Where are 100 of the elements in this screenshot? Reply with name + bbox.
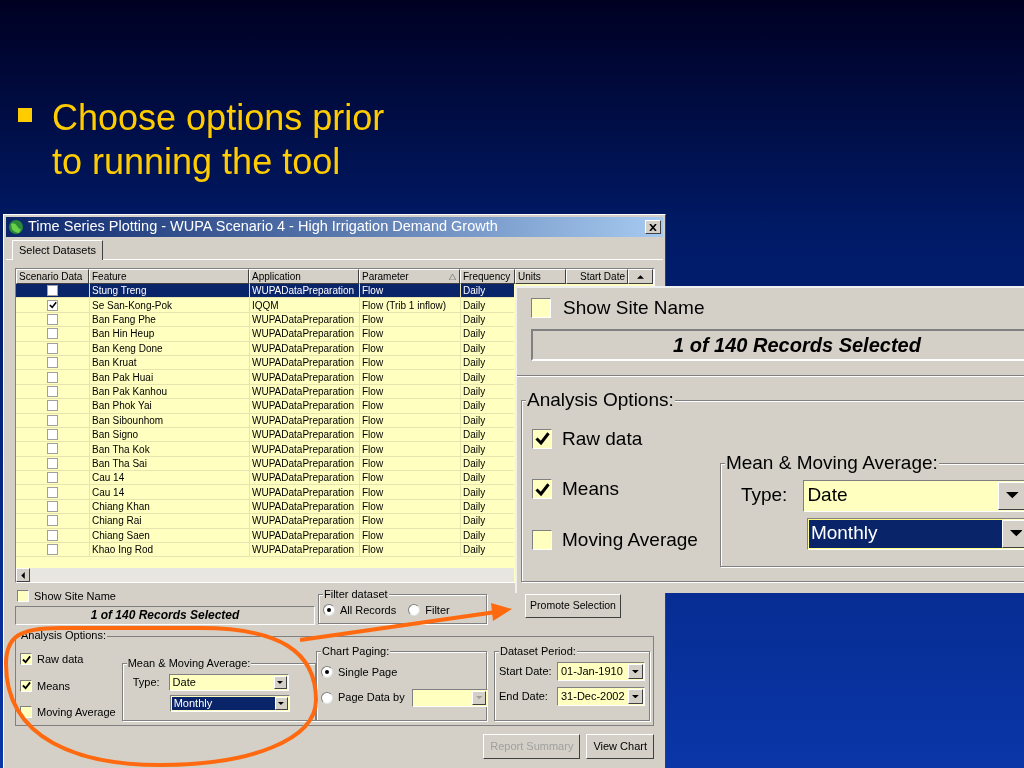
dropdown-arrow-button[interactable] — [628, 689, 643, 704]
column-header[interactable]: Scenario Data — [16, 269, 89, 284]
table-cell: Chiang Khan — [89, 499, 249, 515]
dropdown[interactable]: Date — [803, 479, 1024, 512]
close-icon — [649, 223, 657, 231]
radio-button[interactable] — [321, 666, 333, 679]
checkbox[interactable] — [47, 299, 58, 311]
caret-icon — [278, 702, 285, 705]
grid-row[interactable]: Ban Pak Huai WUPADataPreparation Flow Daily — [16, 370, 514, 385]
checkbox[interactable] — [47, 515, 58, 527]
grid-row[interactable]: Ban Hin Heup WUPADataPreparation Flow Daily — [16, 327, 514, 342]
dropdown[interactable]: 01-Jan-1910 — [557, 662, 645, 681]
dropdown-arrow-button[interactable] — [998, 481, 1024, 510]
checkbox[interactable] — [47, 285, 58, 297]
dropdown[interactable]: Monthly — [806, 517, 1024, 550]
checkbox[interactable] — [47, 529, 58, 541]
table-cell: WUPADataPreparation — [249, 542, 359, 558]
table-cell: WUPADataPreparation — [249, 470, 359, 486]
column-header[interactable]: Units — [515, 269, 566, 284]
radio-button[interactable] — [408, 604, 421, 616]
grid-row[interactable]: Ban Pak Kanhou WUPADataPreparation Flow Daily — [16, 384, 514, 400]
table-cell: Ban Hin Heup — [89, 326, 249, 342]
table-cell: Flow — [359, 312, 460, 327]
column-header[interactable]: Parameter — [359, 269, 460, 284]
checkbox[interactable] — [20, 653, 32, 666]
table-cell: Flow — [359, 542, 460, 558]
grid-row[interactable]: Ban Tha Sai WUPADataPreparation Flow Daily — [16, 456, 514, 472]
grid-row[interactable]: Chiang Rai WUPADataPreparation Flow Daily — [16, 514, 514, 529]
grid-row[interactable]: Ban Kruat WUPADataPreparation Flow Daily — [16, 355, 514, 371]
grid-row[interactable]: Ban Phok Yai WUPADataPreparation Flow Daily — [16, 399, 514, 414]
table-cell: Flow — [359, 455, 460, 471]
column-header[interactable]: Start Date — [566, 269, 628, 284]
checkbox[interactable] — [47, 371, 58, 383]
dropdown[interactable]: Date — [168, 674, 289, 691]
dialog-button[interactable]: View Chart — [586, 734, 654, 759]
table-cell: Daily — [460, 499, 514, 515]
table-cell: Flow — [359, 340, 460, 356]
table-cell: WUPADataPreparation — [249, 369, 359, 385]
checkbox[interactable] — [47, 486, 58, 498]
dropdown[interactable]: 31-Dec-2002 — [557, 687, 645, 706]
radio-button[interactable] — [323, 604, 335, 616]
table-cell: Daily — [460, 340, 514, 356]
grid-row[interactable]: Cau 14 WUPADataPreparation Flow Daily — [16, 471, 514, 486]
dropdown-arrow-button[interactable] — [273, 676, 287, 689]
radio-button[interactable] — [321, 691, 333, 704]
grid-row[interactable]: Khao Ing Rod WUPADataPreparation Flow Daily — [16, 543, 514, 558]
close-button[interactable] — [645, 220, 661, 234]
checkbox[interactable] — [47, 544, 58, 556]
grid-row[interactable]: Ban Sibounhom WUPADataPreparation Flow Daily — [16, 413, 514, 428]
table-cell: WUPADataPreparation — [249, 455, 359, 471]
grid-row[interactable]: Ban Keng Done WUPADataPreparation Flow Daily — [16, 341, 514, 356]
dropdown-arrow-button[interactable] — [628, 664, 643, 679]
checkbox[interactable] — [17, 590, 29, 603]
scroll-up-button[interactable] — [628, 269, 653, 284]
left-arrow-icon — [21, 571, 25, 579]
tab[interactable]: Select Datasets — [12, 240, 104, 260]
group-label: Dataset Period: — [499, 645, 577, 657]
dropdown-arrow-button[interactable] — [1001, 519, 1024, 548]
promote-selection-button[interactable]: Promote Selection — [525, 594, 621, 618]
checkbox[interactable] — [532, 529, 552, 550]
column-header[interactable]: Application — [249, 269, 359, 284]
checkbox-label: Show Site Name — [34, 589, 116, 604]
dropdown[interactable] — [411, 688, 488, 707]
checkbox[interactable] — [47, 357, 58, 369]
checkbox[interactable] — [531, 298, 551, 319]
caret-icon — [1006, 492, 1019, 499]
date-label: Start Date: — [499, 664, 553, 680]
checkbox[interactable] — [47, 472, 58, 484]
checkbox[interactable] — [532, 428, 552, 449]
checkbox[interactable] — [47, 457, 58, 469]
checkbox[interactable] — [47, 342, 58, 354]
caret-icon — [632, 694, 639, 699]
column-header[interactable]: Frequency — [460, 269, 515, 284]
checkbox[interactable] — [20, 679, 32, 692]
date-label: End Date: — [499, 689, 549, 705]
grid-row[interactable]: Cau 14 WUPADataPreparation Flow Daily — [16, 485, 514, 500]
table-cell: WUPADataPreparation — [249, 513, 359, 529]
scroll-left-button[interactable] — [16, 568, 30, 582]
grid-row[interactable]: Se San-Kong-Pok IQQM Flow (Trib 1 inflow) Daily — [16, 298, 514, 313]
checkbox[interactable] — [47, 429, 58, 441]
grid-row[interactable]: Ban Fang Phe WUPADataPreparation Flow Daily — [16, 312, 514, 328]
table-cell: Flow — [359, 513, 460, 529]
checkbox[interactable] — [47, 443, 58, 455]
column-header[interactable]: Feature — [89, 269, 249, 284]
checkbox[interactable] — [47, 501, 58, 513]
grid-row[interactable]: Ban Signo WUPADataPreparation Flow Daily — [16, 427, 514, 443]
checkbox[interactable] — [47, 313, 58, 325]
grid-row[interactable]: Chiang Saen WUPADataPreparation Flow Daily — [16, 528, 514, 544]
checkbox[interactable] — [532, 479, 552, 500]
grid-row[interactable]: Stung Treng WUPADataPreparation Flow Daily — [16, 284, 514, 299]
grid-row[interactable]: Ban Tha Kok WUPADataPreparation Flow Daily — [16, 442, 514, 457]
checkbox[interactable] — [47, 414, 58, 426]
caret-icon — [632, 669, 639, 674]
horizontal-scrollbar[interactable] — [16, 568, 514, 582]
checkbox[interactable] — [47, 400, 58, 412]
checkbox[interactable] — [47, 328, 58, 340]
grid-row[interactable]: Chiang Khan WUPADataPreparation Flow Daily — [16, 499, 514, 515]
dropdown-arrow-button[interactable] — [471, 690, 486, 705]
dropdown[interactable]: Monthly — [169, 695, 290, 712]
checkbox[interactable] — [47, 385, 58, 397]
